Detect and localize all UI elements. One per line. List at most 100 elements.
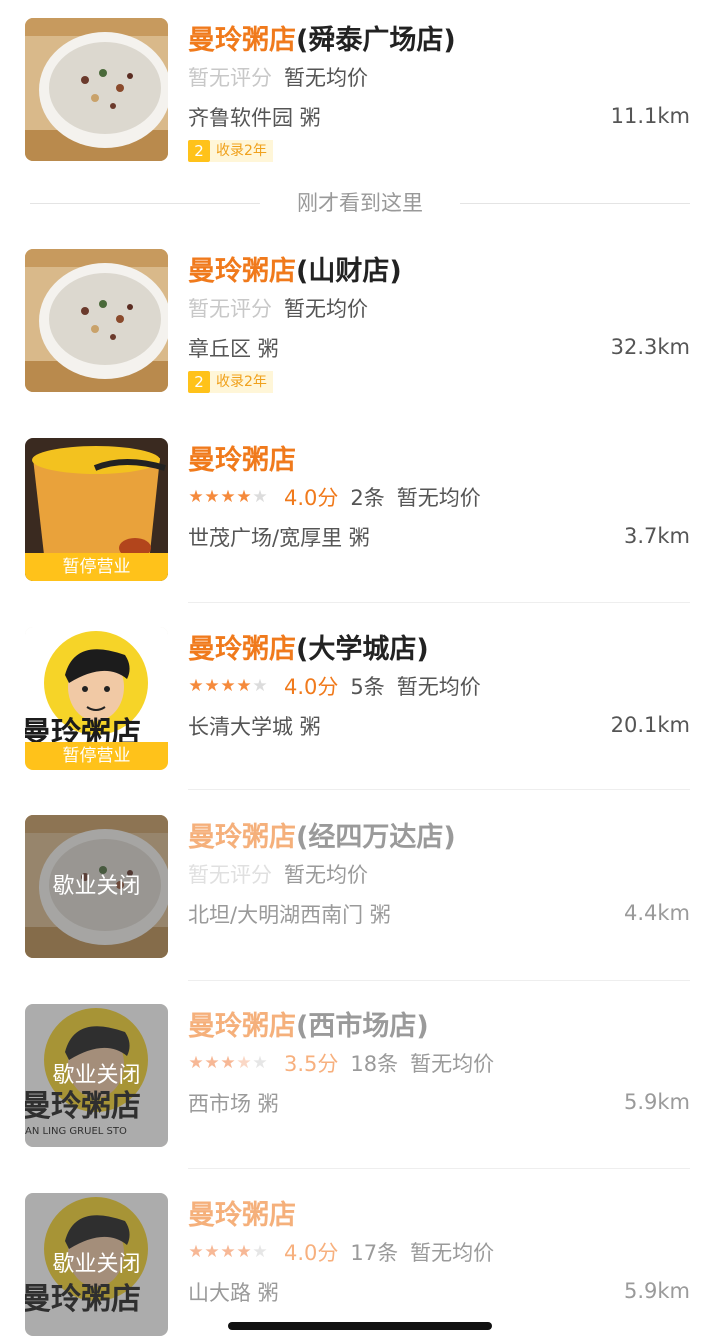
rating-row: ★ ★ ★ ★ ★ 4.0分 2条 暂无均价: [188, 482, 481, 512]
review-count: 17条: [350, 1241, 399, 1265]
store-area: 章丘区 粥: [188, 337, 279, 361]
avg-price-label: 暂无均价: [396, 675, 481, 699]
rating-row: ★ ★ ★ ★ ★ 3.5分 18条 暂无均价: [188, 1048, 494, 1078]
store-thumbnail: 曼玲粥店 暂停营业: [25, 627, 168, 770]
store-item[interactable]: 曼玲粥店(山财店) 暂无评分 暂无均价 章丘区 粥 32.3km 2 收录2年: [0, 231, 720, 394]
row-divider: [188, 980, 690, 981]
congee-bowl-image: [25, 249, 168, 392]
star-icon: ★: [252, 1242, 268, 1262]
review-count: 5条: [350, 675, 385, 699]
store-thumbnail: [25, 18, 168, 161]
store-area: 山大路 粥: [188, 1281, 279, 1305]
star-icon: ★: [236, 1242, 252, 1262]
store-distance: 32.3km: [610, 335, 690, 359]
row-divider: [188, 1168, 690, 1169]
row-divider: [188, 789, 690, 790]
store-distance: 3.7km: [623, 524, 690, 548]
avg-price-label: 暂无均价: [410, 1052, 495, 1076]
star-icon: ★: [236, 676, 252, 696]
no-rating-label: 暂无评分: [188, 863, 272, 887]
seen-here-label: 刚才看到这里: [297, 191, 423, 215]
store-thumbnail: 暂停营业: [25, 438, 168, 581]
star-icon: ★: [220, 1053, 236, 1073]
score-label: 4.0分: [284, 675, 339, 699]
star-rating: ★ ★ ★ ★ ★: [188, 1242, 268, 1262]
rating-row: 暂无评分 暂无均价: [188, 62, 368, 92]
review-count: 2条: [350, 486, 385, 510]
status-closed-overlay: 歇业关闭: [25, 1004, 168, 1147]
store-item[interactable]: 曼玲粥店 暂停营业 曼玲粥店(大学城店) ★ ★ ★ ★ ★ 4.0分 5条 暂无均价 …: [0, 609, 720, 790]
star-icon: ★: [204, 676, 220, 696]
no-rating-label: 暂无评分: [188, 297, 272, 321]
status-paused-bar: 暂停营业: [25, 553, 168, 581]
avg-price-label: 暂无均价: [284, 297, 368, 321]
rating-row: ★ ★ ★ ★ ★ 4.0分 17条 暂无均价: [188, 1237, 494, 1267]
store-thumbnail: 歇业关闭: [25, 815, 168, 958]
star-icon: ★: [220, 487, 236, 507]
store-item[interactable]: 暂停营业 曼玲粥店 ★ ★ ★ ★ ★ 4.0分 2条 暂无均价 世茂广场/宽厚里 粥 …: [0, 420, 720, 603]
avg-price-label: 暂无均价: [284, 66, 368, 90]
store-area: 世茂广场/宽厚里 粥: [188, 526, 370, 550]
avg-price-label: 暂无均价: [396, 486, 481, 510]
store-item[interactable]: 曼玲粥店 AN LING GRUEL STO 歇业关闭 曼玲粥店(西市场店) ★…: [0, 986, 720, 1169]
store-name[interactable]: 曼玲粥店(经四万达店): [188, 815, 456, 854]
store-distance: 5.9km: [623, 1090, 690, 1114]
store-area: 齐鲁软件园 粥: [188, 106, 321, 130]
store-name[interactable]: 曼玲粥店(舜泰广场店): [188, 18, 456, 57]
home-indicator[interactable]: [228, 1322, 492, 1330]
store-area: 长清大学城 粥: [188, 715, 321, 739]
star-rating: ★ ★ ★ ★ ★: [188, 487, 268, 507]
avg-price-label: 暂无均价: [410, 1241, 495, 1265]
avg-price-label: 暂无均价: [284, 863, 368, 887]
score-label: 4.0分: [284, 486, 339, 510]
store-area: 西市场 粥: [188, 1092, 279, 1116]
star-icon: ★: [188, 1053, 204, 1073]
store-item[interactable]: 歇业关闭 曼玲粥店(经四万达店) 暂无评分 暂无均价 北坦/大明湖西南门 粥 4…: [0, 797, 720, 981]
star-icon: ★: [204, 487, 220, 507]
store-thumbnail: 曼玲粥店 AN LING GRUEL STO 歇业关闭: [25, 1004, 168, 1147]
star-icon: ★: [220, 1242, 236, 1262]
store-name[interactable]: 曼玲粥店(大学城店): [188, 627, 429, 666]
no-rating-label: 暂无评分: [188, 66, 272, 90]
rating-row: ★ ★ ★ ★ ★ 4.0分 5条 暂无均价: [188, 671, 481, 701]
store-item[interactable]: 曼玲粥店(舜泰广场店) 暂无评分 暂无均价 齐鲁软件园 粥 11.1km 2 收录…: [0, 0, 720, 163]
row-divider: [188, 602, 690, 603]
status-closed-overlay: 歇业关闭: [25, 815, 168, 958]
score-label: 3.5分: [284, 1052, 339, 1076]
star-icon: ★: [220, 676, 236, 696]
store-name[interactable]: 曼玲粥店: [188, 1193, 296, 1232]
star-rating: ★ ★ ★ ★ ★: [188, 676, 268, 696]
star-icon: ★: [252, 1053, 268, 1073]
store-thumbnail: [25, 249, 168, 392]
star-icon: ★: [204, 1053, 220, 1073]
store-item[interactable]: 曼玲粥店 歇业关闭 曼玲粥店 ★ ★ ★ ★ ★ 4.0分 17条 暂无均价 山大路 粥…: [0, 1175, 720, 1336]
seen-here-divider: 刚才看到这里: [30, 186, 690, 220]
review-count: 18条: [350, 1052, 399, 1076]
star-icon: ★: [236, 487, 252, 507]
listed-years-badge: 2 收录2年: [188, 139, 273, 163]
rating-row: 暂无评分 暂无均价: [188, 859, 368, 889]
star-icon: ★: [252, 487, 268, 507]
store-thumbnail: 曼玲粥店 歇业关闭: [25, 1193, 168, 1336]
star-rating: ★ ★ ★ ★ ★: [188, 1053, 268, 1073]
store-distance: 4.4km: [623, 901, 690, 925]
star-icon: ★: [188, 1242, 204, 1262]
star-icon: ★: [236, 1053, 252, 1073]
status-closed-overlay: 歇业关闭: [25, 1193, 168, 1336]
store-distance: 11.1km: [610, 104, 690, 128]
congee-bowl-image: [25, 18, 168, 161]
star-icon: ★: [188, 487, 204, 507]
score-label: 4.0分: [284, 1241, 339, 1265]
store-name[interactable]: 曼玲粥店(西市场店): [188, 1004, 429, 1043]
listed-years-badge: 2 收录2年: [188, 370, 273, 394]
store-distance: 20.1km: [610, 713, 690, 737]
store-distance: 5.9km: [623, 1279, 690, 1303]
store-name[interactable]: 曼玲粥店(山财店): [188, 249, 402, 288]
store-name[interactable]: 曼玲粥店: [188, 438, 296, 477]
star-icon: ★: [204, 1242, 220, 1262]
store-area: 北坦/大明湖西南门 粥: [188, 903, 391, 927]
status-paused-bar: 暂停营业: [25, 742, 168, 770]
star-icon: ★: [188, 676, 204, 696]
rating-row: 暂无评分 暂无均价: [188, 293, 368, 323]
star-icon: ★: [252, 676, 268, 696]
